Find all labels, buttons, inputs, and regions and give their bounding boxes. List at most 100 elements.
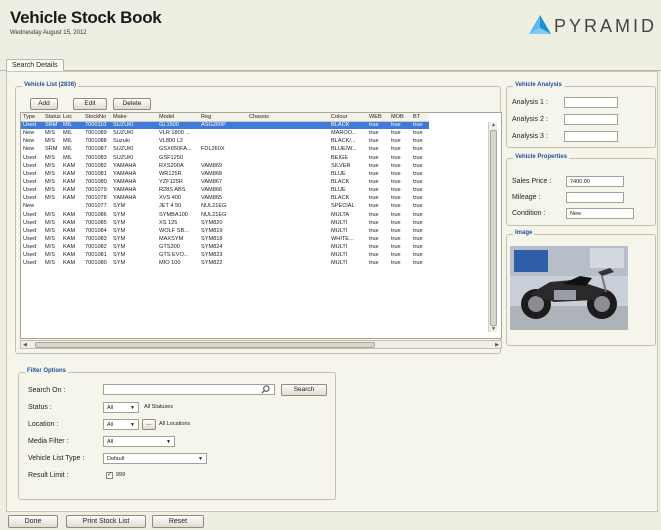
- media-filter-select[interactable]: All ▼: [103, 436, 175, 447]
- table-row[interactable]: Used M/S KAM 7001082 SYM GTS300 SYM824 MULTI tru…: [21, 243, 429, 251]
- location-label: Location :: [28, 421, 59, 428]
- column-header[interactable]: Type: [21, 113, 43, 122]
- location-browse-button[interactable]: ...: [142, 419, 156, 430]
- scroll-right-icon[interactable]: ▶: [495, 342, 499, 348]
- table-cell: SUZUKI: [113, 146, 134, 153]
- column-header[interactable]: Loc: [61, 113, 83, 122]
- table-cell: true: [391, 260, 401, 267]
- table-cell: M/S: [45, 162, 55, 169]
- table-cell: 7001081: [85, 170, 107, 177]
- vertical-scroll-thumb[interactable]: [490, 130, 497, 326]
- table-row[interactable]: New M/S MIL 7001088 Suzuki VL800 L2 BLACK/... t…: [21, 137, 429, 145]
- table-cell: New: [23, 138, 35, 145]
- delete-button[interactable]: Delete: [113, 98, 151, 110]
- condition-label: Condition :: [512, 210, 546, 217]
- table-cell: JET 4 50: [159, 203, 182, 210]
- vertical-scrollbar[interactable]: ▲ ▼: [488, 122, 497, 332]
- table-cell: YAMAHA: [113, 179, 137, 186]
- edit-button[interactable]: Edit: [73, 98, 107, 110]
- table-row[interactable]: Used M/S KAM 7001084 SYM WOLF SB... SYM819 MULT…: [21, 227, 429, 235]
- analysis-1-field[interactable]: [564, 97, 618, 108]
- table-cell: VAM869: [201, 162, 223, 169]
- horizontal-scrollbar[interactable]: ◀ ▶: [20, 340, 502, 349]
- table-cell: true: [369, 195, 379, 202]
- table-cell: MIL: [61, 121, 83, 130]
- mileage-field[interactable]: [566, 192, 624, 203]
- table-cell: MIL: [63, 154, 73, 161]
- table-row[interactable]: Used M/S KAM 7001083 SYM MAXSYM SYM818 WHITE...…: [21, 235, 429, 243]
- table-row[interactable]: Used M/S KAM 7001086 SYM SYMBA100 NUL21EG MULTA…: [21, 211, 429, 219]
- table-row[interactable]: Used M/S KAM 7001081 YAMAHA WR125R VAM868 BLUE t…: [21, 170, 429, 178]
- table-cell: NUL21EG: [201, 203, 227, 210]
- table-cell: YZF125R: [159, 179, 183, 186]
- table-cell: MIL: [63, 138, 73, 145]
- column-header[interactable]: WEB: [367, 113, 389, 122]
- table-row[interactable]: Used M/S KAM 7001080 YAMAHA YZF125R VAM867 BLAC…: [21, 178, 429, 186]
- table-cell: 7001086: [85, 211, 107, 218]
- table-row[interactable]: New 7001077 SYM JET 4 50 NUL21EG SPECIAL true t…: [21, 202, 429, 210]
- table-row[interactable]: Used M/S KAM 7001081 SYM GTS EVO... SYM823 MULT…: [21, 251, 429, 259]
- scroll-up-icon[interactable]: ▲: [491, 122, 496, 128]
- condition-field[interactable]: New: [566, 208, 634, 219]
- table-cell: GSF1250: [159, 154, 183, 161]
- table-cell: true: [369, 130, 379, 137]
- table-cell: true: [413, 138, 423, 145]
- vehicle-list-grid[interactable]: Type Status Loc StockNo Make Model Reg Chassis C…: [20, 112, 502, 339]
- table-cell: true: [413, 154, 423, 161]
- table-cell: [247, 235, 329, 243]
- reset-button[interactable]: Reset: [152, 515, 204, 528]
- table-cell: 7001083: [85, 154, 107, 161]
- table-cell: SYM: [113, 211, 126, 218]
- result-limit-checkbox[interactable]: ✓: [106, 472, 113, 479]
- table-cell: [61, 202, 83, 210]
- table-cell: true: [369, 162, 379, 169]
- add-button[interactable]: Add: [30, 98, 58, 110]
- column-header[interactable]: BT: [411, 113, 429, 122]
- analysis-2-field[interactable]: [564, 114, 618, 125]
- column-header[interactable]: StockNo: [83, 113, 111, 122]
- table-row[interactable]: Used M/S MIL 7001083 SUZUKI GSF1250 BEIGE true t…: [21, 154, 429, 162]
- search-button[interactable]: Search: [281, 384, 327, 396]
- table-cell: MIO 100: [159, 260, 181, 267]
- column-header[interactable]: Chassis: [247, 113, 329, 122]
- column-header[interactable]: Colour: [329, 113, 367, 122]
- table-cell: M/S: [45, 187, 55, 194]
- table-cell: KAM: [63, 211, 76, 218]
- table-cell: [247, 137, 329, 145]
- column-header[interactable]: Status: [43, 113, 61, 122]
- scroll-down-icon[interactable]: ▼: [491, 326, 496, 332]
- table-cell: 7001087: [85, 146, 107, 153]
- table-cell: Used: [23, 195, 37, 202]
- table-cell: SYM820: [201, 219, 223, 226]
- column-header[interactable]: Model: [157, 113, 199, 122]
- scroll-left-icon[interactable]: ◀: [23, 342, 27, 348]
- table-row[interactable]: Used M/S KAM 7001080 SYM MIO 100 SYM822 MULTI tr…: [21, 259, 429, 267]
- analysis-3-field[interactable]: [564, 131, 618, 142]
- column-header[interactable]: Reg: [199, 113, 247, 122]
- table-cell: SRM: [43, 121, 61, 130]
- table-cell: true: [391, 211, 401, 218]
- status-select[interactable]: All ▼: [103, 402, 139, 413]
- table-row[interactable]: New M/S MIL 7001089 SUZUKI VLR 1800 ... MAROO.…: [21, 129, 429, 137]
- done-button[interactable]: Done: [8, 515, 58, 528]
- location-select[interactable]: All ▼: [103, 419, 139, 430]
- table-row[interactable]: Used M/S KAM 7001085 SYM XS 125 SYM820 MULTI tru…: [21, 219, 429, 227]
- table-row[interactable]: Used M/S KAM 7001079 YAMAHA R28S ABS VAM866 BLU…: [21, 186, 429, 194]
- column-header[interactable]: Make: [111, 113, 157, 122]
- search-input[interactable]: [103, 384, 275, 395]
- table-row[interactable]: Used SRM MIL 7000110 SUZUKI GL1500 ASG260P BLAC…: [21, 121, 429, 130]
- brand-name: PYRAMID: [554, 16, 658, 36]
- vehicle-analysis-legend: Vehicle Analysis: [513, 82, 564, 88]
- column-header[interactable]: MOB: [389, 113, 411, 122]
- table-row[interactable]: New SRM MIL 7001087 SUZUKI GSX650FA... FDL260X…: [21, 145, 429, 153]
- print-stock-list-button[interactable]: Print Stock List: [66, 515, 146, 528]
- sales-price-field[interactable]: 7400.00: [566, 176, 624, 187]
- table-cell: 7001083: [85, 236, 107, 243]
- table-row[interactable]: Used M/S KAM 7001078 YAMAHA XVS 400 VAM865 BLAC…: [21, 194, 429, 202]
- table-cell: SYM: [113, 244, 126, 251]
- vehicle-list-type-select[interactable]: Default ▼: [103, 453, 207, 464]
- horizontal-scroll-thumb[interactable]: [35, 342, 375, 348]
- table-cell: true: [391, 252, 401, 259]
- search-icon[interactable]: [261, 385, 270, 394]
- table-row[interactable]: Used M/S KAM 7001082 YAMAHA RXS200A VAM869 SILV…: [21, 162, 429, 170]
